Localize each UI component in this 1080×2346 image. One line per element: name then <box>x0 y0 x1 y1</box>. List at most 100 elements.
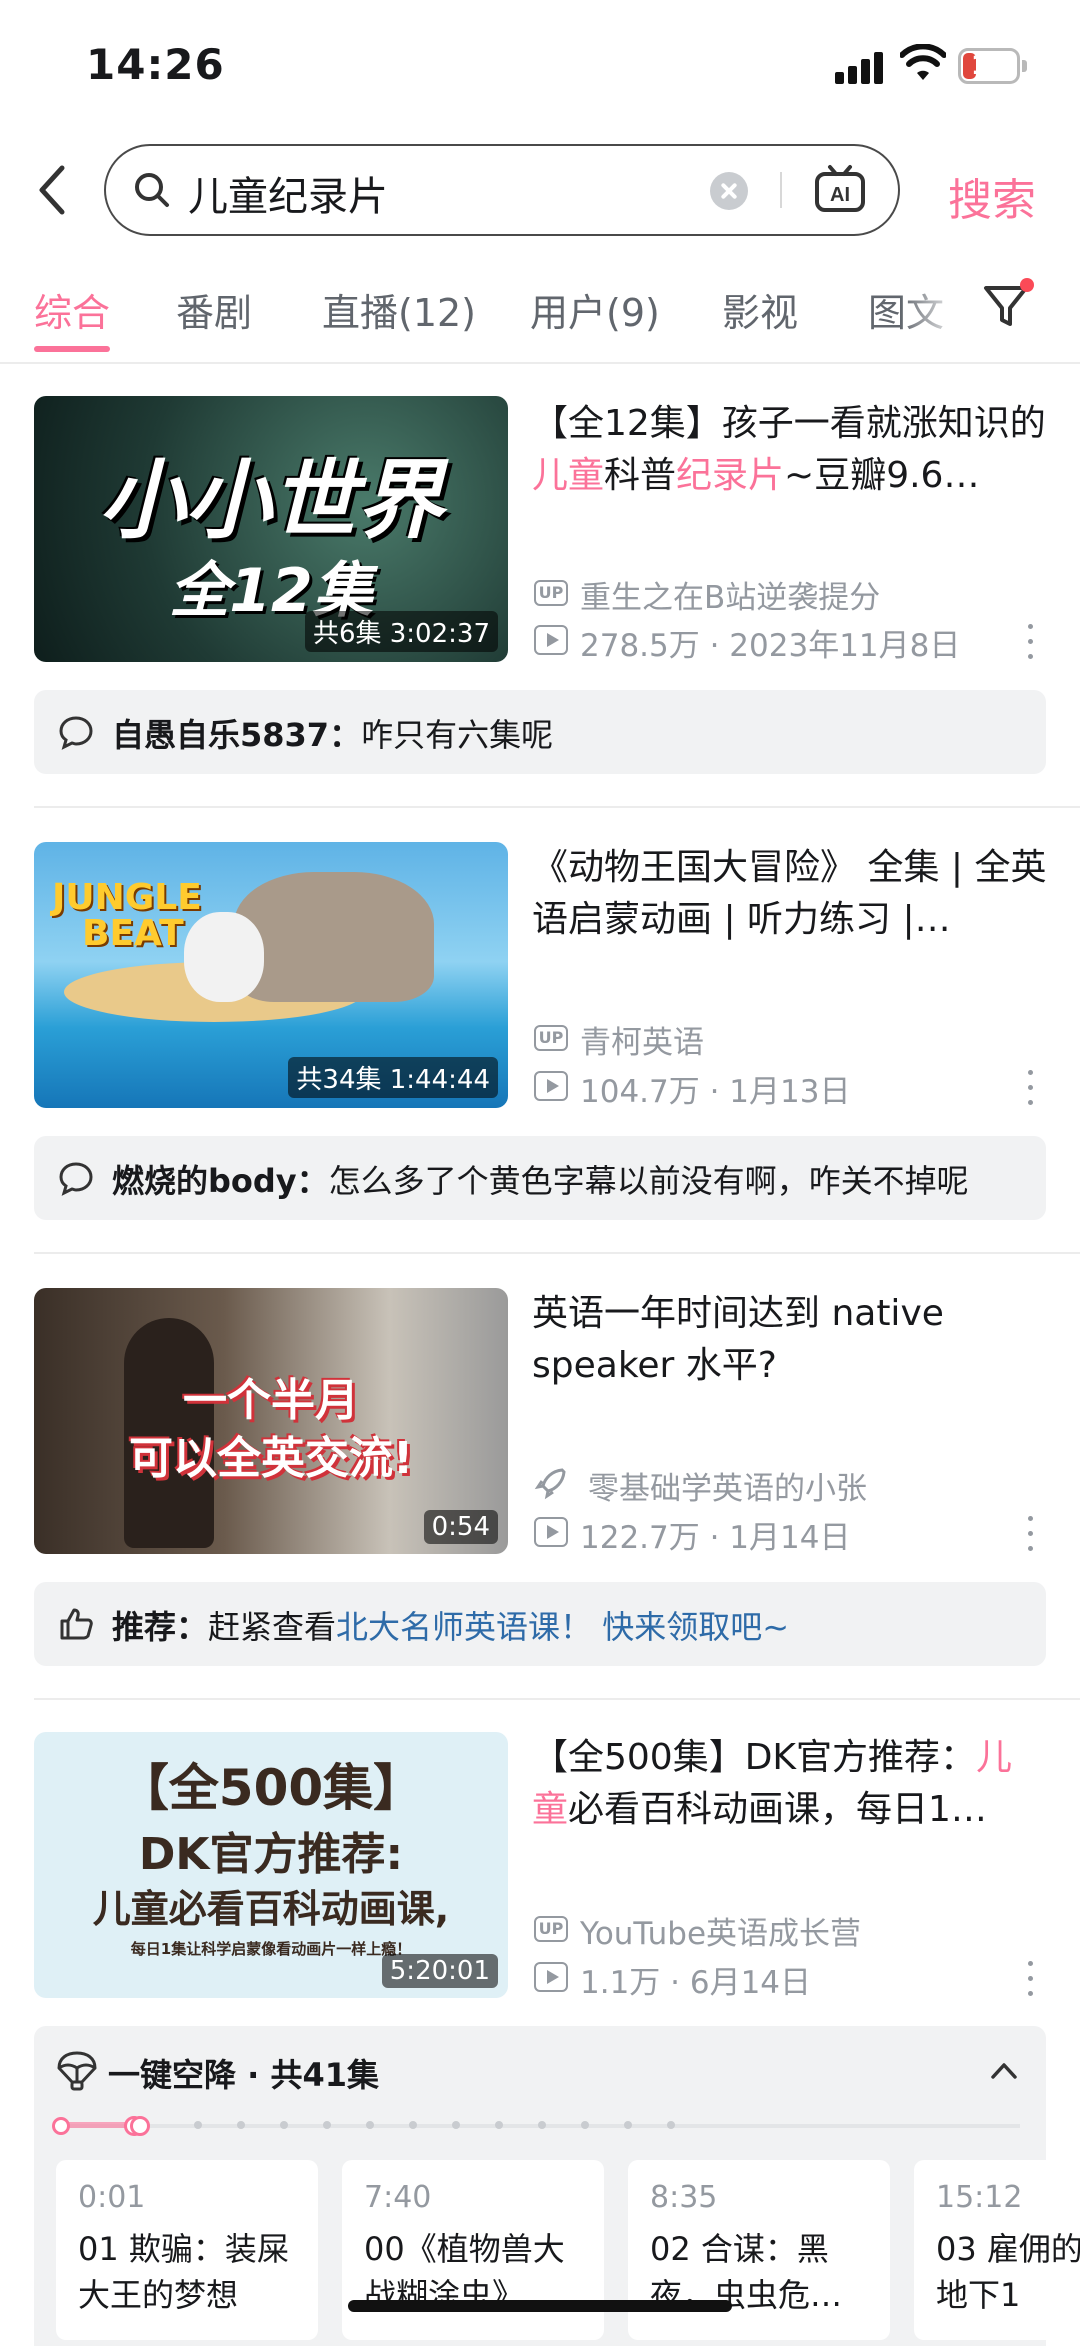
episode-card[interactable]: 15:12 03 雇佣的地下1 <box>914 2160 1080 2340</box>
tab-all[interactable]: 综合 <box>34 282 110 337</box>
more-icon[interactable] <box>1026 620 1034 664</box>
progress-knob-ring <box>130 2116 150 2136</box>
video-thumbnail[interactable]: JUNGLE BEAT 共34集 1:44:44 <box>34 842 508 1108</box>
comment-user: 燃烧的body： <box>112 1162 329 1200</box>
more-icon[interactable] <box>1026 1957 1034 2001</box>
episode-marker <box>452 2121 460 2129</box>
video-stats: 278.5万 · 2023年11月8日 <box>580 628 961 664</box>
search-button[interactable]: 搜索 <box>948 164 1036 228</box>
comment-content: 怎么多了个黄色字幕以前没有啊，咋关不掉呢 <box>328 1162 969 1200</box>
episode-card[interactable]: 8:35 02 合谋：黑夜，虫虫危… <box>628 2160 890 2340</box>
episode-marker <box>581 2121 589 2129</box>
video-title[interactable]: 《动物王国大冒险》 全集 | 全英语启蒙动画 | 听力练习 |… <box>532 842 1047 946</box>
result-divider <box>34 1252 1080 1254</box>
episode-card[interactable]: 7:40 00《植物兽大战糊涂虫》… <box>342 2160 604 2340</box>
duration-badge: 5:20:01 <box>381 1954 498 1988</box>
episode-marker <box>280 2121 288 2129</box>
play-count-icon <box>534 1962 568 1992</box>
title-text: 科普 <box>604 455 677 496</box>
uploader-name[interactable]: 重生之在B站逆袭提分 <box>580 572 880 617</box>
thumbnail-caption: 小小世界 <box>99 451 443 551</box>
chevron-up-icon[interactable] <box>990 2060 1018 2080</box>
video-thumbnail[interactable]: 一个半月 可以全英交流! 0:54 <box>34 1288 508 1554</box>
search-icon <box>135 173 169 207</box>
back-arrow-icon[interactable] <box>30 160 74 220</box>
episode-marker <box>538 2121 546 2129</box>
cellular-signal-icon <box>835 48 885 84</box>
comment-icon <box>59 1162 93 1196</box>
episode-marker <box>624 2121 632 2129</box>
episode-marker <box>323 2121 331 2129</box>
result-divider <box>34 1698 1080 1700</box>
video-thumbnail[interactable]: 【全500集】 DK官方推荐: 儿童必看百科动画课, 每日1集让科学启蒙像看动画… <box>34 1732 508 1998</box>
tab-live[interactable]: 直播(12) <box>322 282 476 337</box>
svg-text:AI: AI <box>830 184 850 206</box>
status-time: 14:26 <box>86 40 225 89</box>
episode-card[interactable]: 0:01 01 欺骗：装屎大王的梦想 <box>56 2160 318 2340</box>
uploader-name[interactable]: 零基础学英语的小张 <box>588 1463 867 1508</box>
title-text: 【全12集】孩子一看就涨知识的 <box>532 403 1046 444</box>
video-title[interactable]: 【全12集】孩子一看就涨知识的儿童科普纪录片~豆瓣9.6… <box>532 398 1047 502</box>
filter-badge-dot <box>1020 278 1034 292</box>
search-input[interactable]: 儿童纪录片 <box>188 164 388 222</box>
title-text: 【全500集】DK官方推荐： <box>532 1737 977 1778</box>
divider <box>780 172 782 208</box>
more-icon[interactable] <box>1026 1066 1034 1110</box>
title-text: 必看百科动画课，每日1… <box>568 1789 987 1830</box>
episode-time: 7:40 <box>364 2180 432 2215</box>
thumbnail-caption: DK官方推荐: <box>138 1829 404 1880</box>
up-icon: UP <box>534 1025 568 1051</box>
episode-title: 03 雇佣的地下1 <box>936 2230 1080 2314</box>
promo-link[interactable]: 北大名师英语课！ 快来领取吧~ <box>336 1608 789 1646</box>
tab-film[interactable]: 影视 <box>722 282 798 337</box>
more-icon[interactable] <box>1026 1512 1034 1556</box>
thumbnail-caption: 一个半月 <box>183 1375 359 1426</box>
episode-marker <box>667 2121 675 2129</box>
promo-label: 推荐： <box>112 1608 209 1646</box>
duration-badge: 0:54 <box>423 1510 498 1544</box>
active-tab-indicator <box>34 346 110 352</box>
episode-time: 8:35 <box>650 2180 718 2215</box>
header-divider <box>0 362 1080 364</box>
thumbnail-caption: 【全500集】 <box>118 1759 424 1817</box>
video-title[interactable]: 英语一年时间达到 native speaker 水平? <box>532 1288 1047 1392</box>
episode-marker <box>194 2121 202 2129</box>
video-title[interactable]: 【全500集】DK官方推荐：儿童必看百科动画课，每日1… <box>532 1732 1047 1836</box>
title-text: 英语一年时间达到 native speaker 水平? <box>532 1293 944 1386</box>
battery-cap <box>1022 60 1027 72</box>
video-stats: 1.1万 · 6月14日 <box>580 1965 812 2001</box>
up-icon: UP <box>534 1916 568 1942</box>
duration-badge: 共6集 3:02:37 <box>304 611 498 652</box>
parachute-icon <box>57 2051 97 2091</box>
uploader-name[interactable]: YouTube英语成长营 <box>580 1908 861 1953</box>
thumbnail-logo: JUNGLE BEAT <box>52 877 202 954</box>
home-indicator <box>348 2300 732 2312</box>
episode-time: 15:12 <box>936 2180 1023 2215</box>
play-count-icon <box>534 625 568 655</box>
elephant-graphic <box>234 872 434 1002</box>
promo-text: 赶紧查看 <box>208 1608 337 1646</box>
uploader-name[interactable]: 青柯英语 <box>580 1017 704 1062</box>
promo-banner[interactable]: 推荐：赶紧查看北大名师英语课！ 快来领取吧~ <box>34 1582 1046 1666</box>
up-icon: UP <box>534 580 568 606</box>
comment-content: 咋只有六集呢 <box>361 716 554 754</box>
play-count-icon <box>534 1517 568 1547</box>
title-text: ~豆瓣9.6… <box>784 455 980 496</box>
tab-bangumi[interactable]: 番剧 <box>176 282 252 337</box>
collection-title[interactable]: 一键空降 · 共41集 <box>108 2050 379 2096</box>
duration-badge: 共34集 1:44:44 <box>288 1057 498 1098</box>
clear-icon[interactable] <box>710 172 748 210</box>
progress-start-knob <box>52 2117 70 2135</box>
title-highlight: 纪录片 <box>676 455 785 496</box>
comment-user: 自愚自乐5837： <box>112 716 362 754</box>
ai-tv-icon[interactable]: AI <box>814 164 866 214</box>
battery-icon: 18 <box>958 48 1020 84</box>
thumbnail-caption: 可以全英交流! <box>128 1433 414 1484</box>
comment-preview[interactable]: 燃烧的body：怎么多了个黄色字幕以前没有啊，咋关不掉呢 <box>34 1136 1046 1220</box>
episode-time: 0:01 <box>78 2180 146 2215</box>
tab-users[interactable]: 用户(9) <box>530 282 660 337</box>
video-thumbnail[interactable]: 小小世界 全12集 共6集 3:02:37 <box>34 396 508 662</box>
thumbs-up-icon <box>60 1608 93 1640</box>
comment-preview[interactable]: 自愚自乐5837：咋只有六集呢 <box>34 690 1046 774</box>
title-text: 《动物王国大冒险》 全集 | 全英语启蒙动画 | 听力练习 |… <box>532 847 1047 940</box>
